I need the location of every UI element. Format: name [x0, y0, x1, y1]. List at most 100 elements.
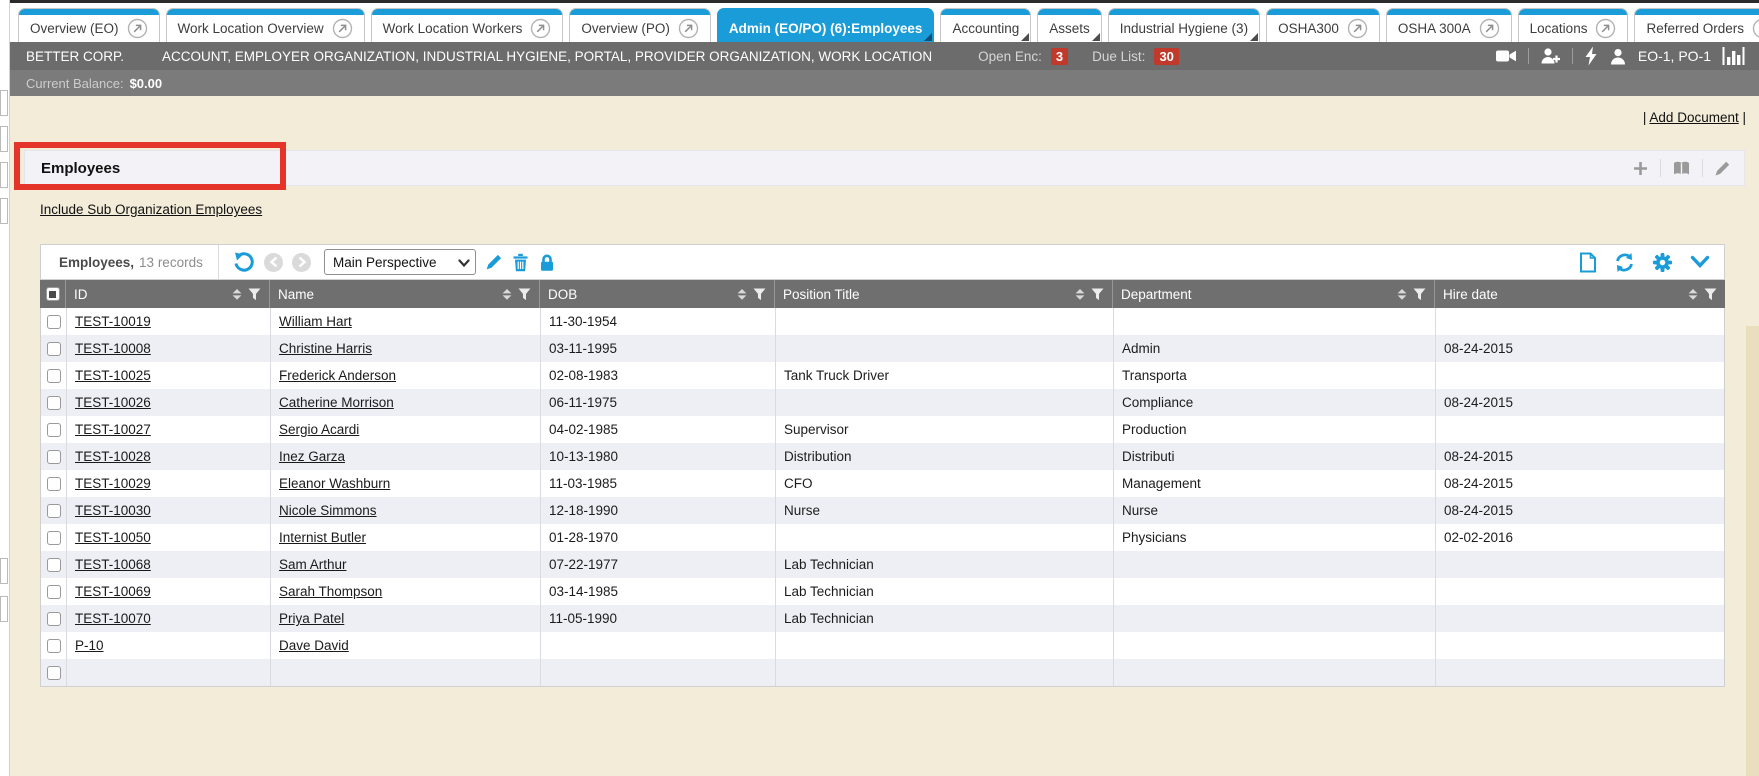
employee-name-link[interactable]: Priya Patel — [279, 611, 344, 626]
row-checkbox[interactable] — [47, 612, 61, 626]
column-header-department[interactable]: Department — [1113, 280, 1435, 308]
employee-name-link[interactable]: Sam Arthur — [279, 557, 347, 572]
tab-admin-eo-po-6-employees[interactable]: Admin (EO/PO) (6):Employees — [717, 8, 935, 42]
tab-accounting[interactable]: Accounting — [940, 8, 1031, 42]
row-checkbox[interactable] — [47, 504, 61, 518]
sort-icon[interactable] — [1688, 289, 1698, 300]
tab-overview-eo[interactable]: Overview (EO) — [18, 8, 160, 42]
video-camera-icon[interactable] — [1495, 46, 1517, 66]
filter-funnel-icon[interactable] — [1704, 288, 1717, 301]
sort-icon[interactable] — [1397, 289, 1407, 300]
employee-id-link[interactable]: TEST-10069 — [75, 584, 151, 599]
tab-locations[interactable]: Locations — [1518, 8, 1629, 42]
employee-id-link[interactable]: P-10 — [75, 638, 104, 653]
column-header-id[interactable]: ID — [66, 280, 270, 308]
row-checkbox[interactable] — [47, 531, 61, 545]
employee-id-link[interactable]: TEST-10025 — [75, 368, 151, 383]
external-link-icon[interactable] — [1595, 18, 1616, 39]
employee-name-link[interactable]: Sarah Thompson — [279, 584, 382, 599]
add-document-link[interactable]: Add Document — [1649, 110, 1738, 125]
tab-assets[interactable]: Assets — [1037, 8, 1102, 42]
row-checkbox[interactable] — [47, 396, 61, 410]
bolt-icon[interactable] — [1584, 46, 1598, 66]
sort-icon[interactable] — [737, 289, 747, 300]
perspective-select[interactable]: Main Perspective — [324, 249, 476, 275]
external-link-icon[interactable] — [530, 18, 551, 39]
external-link-icon[interactable] — [127, 18, 148, 39]
employee-name-link[interactable]: William Hart — [279, 314, 352, 329]
employee-name-link[interactable]: Internist Butler — [279, 530, 366, 545]
lock-icon[interactable] — [538, 253, 556, 272]
filter-funnel-icon[interactable] — [248, 288, 261, 301]
sort-icon[interactable] — [502, 289, 512, 300]
employee-id-link[interactable]: TEST-10027 — [75, 422, 151, 437]
book-icon[interactable] — [1672, 160, 1691, 177]
column-header-position-title[interactable]: Position Title — [775, 280, 1113, 308]
external-link-icon[interactable] — [678, 18, 699, 39]
tab-work-location-overview[interactable]: Work Location Overview — [166, 8, 365, 42]
back-icon[interactable] — [264, 253, 283, 272]
employee-id-link[interactable]: TEST-10029 — [75, 476, 151, 491]
add-user-icon[interactable] — [1540, 46, 1561, 66]
new-file-icon[interactable] — [1579, 252, 1597, 273]
employee-name-link[interactable]: Nicole Simmons — [279, 503, 377, 518]
employee-id-link[interactable]: TEST-10026 — [75, 395, 151, 410]
employee-id-link[interactable]: TEST-10008 — [75, 341, 151, 356]
external-link-icon[interactable] — [1479, 18, 1500, 39]
filter-funnel-icon[interactable] — [1091, 288, 1104, 301]
tab-work-location-workers[interactable]: Work Location Workers — [371, 8, 564, 42]
external-link-icon[interactable] — [1347, 18, 1368, 39]
due-list-badge[interactable]: 30 — [1154, 48, 1178, 65]
forward-icon[interactable] — [292, 253, 311, 272]
external-link-icon[interactable] — [332, 18, 353, 39]
employee-id-link[interactable]: TEST-10068 — [75, 557, 151, 572]
filter-funnel-icon[interactable] — [518, 288, 531, 301]
tab-referred-orders[interactable]: Referred Orders — [1634, 8, 1759, 42]
employee-name-link[interactable]: Christine Harris — [279, 341, 372, 356]
column-header-dob[interactable]: DOB — [540, 280, 775, 308]
column-header-name[interactable]: Name — [270, 280, 540, 308]
sort-icon[interactable] — [1075, 289, 1085, 300]
employee-name-link[interactable]: Dave David — [279, 638, 349, 653]
employee-name-link[interactable]: Catherine Morrison — [279, 395, 394, 410]
column-header-hire-date[interactable]: Hire date — [1435, 280, 1725, 308]
row-checkbox[interactable] — [47, 315, 61, 329]
row-checkbox[interactable] — [47, 558, 61, 572]
refresh-icon[interactable] — [1614, 252, 1635, 273]
row-checkbox[interactable] — [47, 477, 61, 491]
add-icon[interactable] — [1632, 160, 1649, 177]
row-checkbox[interactable] — [47, 585, 61, 599]
employee-id-link[interactable]: TEST-10019 — [75, 314, 151, 329]
edit-perspective-pencil-icon[interactable] — [485, 253, 503, 271]
row-checkbox[interactable] — [47, 450, 61, 464]
edit-pencil-icon[interactable] — [1714, 160, 1731, 177]
collapse-chevron-icon[interactable] — [1690, 255, 1710, 269]
tab-osha300[interactable]: OSHA300 — [1266, 8, 1380, 42]
employee-id-link[interactable]: TEST-10070 — [75, 611, 151, 626]
employee-id-link[interactable]: TEST-10028 — [75, 449, 151, 464]
gear-icon[interactable] — [1652, 252, 1673, 273]
row-checkbox[interactable] — [47, 666, 61, 680]
employee-name-link[interactable]: Inez Garza — [279, 449, 345, 464]
tab-osha-300a[interactable]: OSHA 300A — [1386, 8, 1512, 42]
undo-icon[interactable] — [233, 251, 255, 273]
open-enc-badge[interactable]: 3 — [1051, 48, 1068, 65]
external-link-icon[interactable] — [1752, 18, 1759, 39]
filter-funnel-icon[interactable] — [753, 288, 766, 301]
employee-name-link[interactable]: Eleanor Washburn — [279, 476, 390, 491]
row-checkbox[interactable] — [47, 369, 61, 383]
tab-industrial-hygiene-3[interactable]: Industrial Hygiene (3) — [1108, 8, 1260, 42]
include-sub-org-link[interactable]: Include Sub Organization Employees — [40, 202, 262, 217]
delete-trash-icon[interactable] — [512, 253, 529, 272]
employee-id-link[interactable]: TEST-10030 — [75, 503, 151, 518]
employee-id-link[interactable]: TEST-10050 — [75, 530, 151, 545]
sort-icon[interactable] — [232, 289, 242, 300]
employee-name-link[interactable]: Sergio Acardi — [279, 422, 359, 437]
row-checkbox[interactable] — [47, 423, 61, 437]
tab-overview-po[interactable]: Overview (PO) — [569, 8, 711, 42]
employee-name-link[interactable]: Frederick Anderson — [279, 368, 396, 383]
select-all-checkbox[interactable] — [46, 287, 60, 301]
filter-funnel-icon[interactable] — [1413, 288, 1426, 301]
bar-chart-icon[interactable] — [1722, 46, 1745, 66]
row-checkbox[interactable] — [47, 342, 61, 356]
